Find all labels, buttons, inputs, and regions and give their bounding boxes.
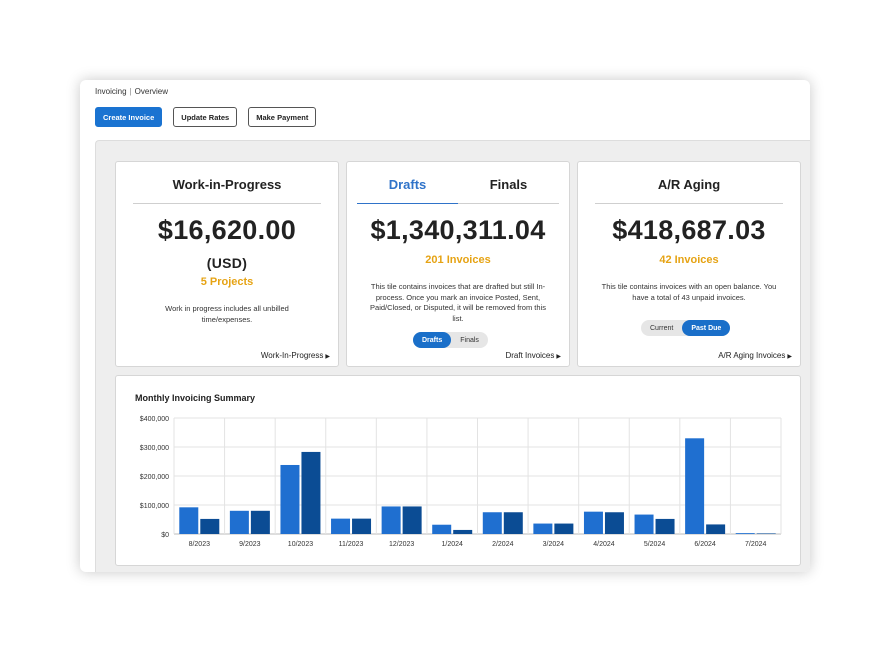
bar-series-1 [685,438,705,534]
bar-series-1 [634,514,654,534]
aging-link[interactable]: A/R Aging Invoices ▶ [718,351,792,360]
aging-description: This tile contains invoices with an open… [601,282,777,302]
x-tick-label: 6/2024 [694,541,716,548]
drafts-count[interactable]: 201 Invoices [347,254,569,266]
divider [133,203,321,204]
bar-series-2 [655,518,675,534]
drafts-link[interactable]: Draft Invoices ▶ [505,351,561,360]
x-tick-label: 11/2023 [339,541,364,548]
wip-card: Work-in-Progress $16,620.00 (USD) 5 Proj… [115,161,339,367]
wip-projects[interactable]: 5 Projects [116,276,338,288]
x-tick-label: 2/2024 [492,541,514,548]
aging-toggle: Current Past Due [641,320,731,336]
tab-finals[interactable]: Finals [458,177,559,204]
bar-series-1 [381,506,401,534]
bar-series-2 [503,512,523,534]
drafts-toggle: Drafts Finals [413,332,488,348]
aging-link-label: A/R Aging Invoices [718,351,786,360]
x-tick-label: 8/2023 [189,541,211,548]
x-tick-label: 9/2023 [239,541,261,548]
create-invoice-button[interactable]: Create Invoice [95,107,163,127]
caret-right-icon: ▶ [325,354,330,360]
monthly-invoicing-chart: $0 $100,000 $200,000 $300,000 $400,000 8/2023… [140,416,782,548]
bar-series-2 [554,523,574,534]
aging-amount: $418,687.03 [612,215,766,245]
x-tick-label: 1/2024 [441,541,463,548]
drafts-link-label: Draft Invoices [505,351,555,360]
bar-series-1 [229,510,249,534]
wip-link-label: Work-In-Progress [260,351,324,360]
bar-series-2 [352,518,372,534]
bar-series-2 [453,529,473,534]
make-payment-button[interactable]: Make Payment [248,107,317,127]
aging-title: A/R Aging [657,177,721,192]
wip-link[interactable]: Work-In-Progress ▶ [261,351,330,360]
toggle-drafts[interactable]: Drafts [413,332,452,348]
bar-series-1 [735,533,755,534]
x-tick-label: 10/2023 [288,541,313,548]
bar-series-1 [179,507,199,534]
bar-series-2 [604,512,624,534]
toggle-past-due[interactable]: Past Due [682,320,731,336]
y-tick-label: $200,000 [140,474,169,481]
x-tick-label: 7/2024 [745,541,767,548]
drafts-card: Drafts Finals $1,340,311.04 201 Invoices… [346,161,570,367]
bar-series-2 [301,451,321,534]
wip-currency: (USD) [206,255,248,271]
breadcrumb-root[interactable]: Invoicing [95,87,127,96]
wip-title: Work-in-Progress [172,177,282,192]
update-rates-button[interactable]: Update Rates [173,107,238,127]
bar-series-1 [482,512,502,534]
divider [595,203,783,204]
aging-count[interactable]: 42 Invoices [578,254,800,266]
chart-card: Monthly Invoicing Summary $0 $100,000 $200… [115,375,801,566]
drafts-tabs: Drafts Finals [357,177,559,204]
bar-series-1 [533,523,553,534]
wip-description: Work in progress includes all unbilled t… [165,304,289,324]
drafts-amount: $1,340,311.04 [370,215,546,245]
y-tick-label: $100,000 [140,503,169,510]
toggle-finals[interactable]: Finals [451,332,488,348]
bar-series-1 [583,511,603,534]
app-window: Invoicing | Overview Create Invoice Update… [80,80,810,572]
bar-series-1 [331,518,351,534]
dashboard-content: Work-in-Progress $16,620.00 (USD) 5 Proj… [95,140,810,572]
x-tick-label: 4/2024 [593,541,615,548]
caret-right-icon: ▶ [787,354,792,360]
y-tick-label: $400,000 [140,416,169,423]
y-tick-label: $300,000 [140,445,169,452]
caret-right-icon: ▶ [556,354,561,360]
x-tick-label: 5/2024 [644,541,666,548]
x-tick-label: 12/2023 [389,541,414,548]
toggle-current[interactable]: Current [641,320,682,336]
y-tick-label: $0 [161,532,169,539]
bar-series-2 [402,506,422,534]
breadcrumb-separator: | [129,87,132,96]
bar-series-2 [706,524,726,534]
bar-series-2 [250,510,270,534]
aging-card: A/R Aging $418,687.03 42 Invoices This t… [577,161,801,367]
x-tick-label: 3/2024 [543,541,565,548]
wip-amount: $16,620.00 [157,215,297,245]
drafts-description: This tile contains invoices that are dra… [370,282,546,323]
breadcrumb: Invoicing | Overview [95,87,168,96]
tab-drafts[interactable]: Drafts [357,177,458,204]
breadcrumb-current: Overview [134,87,168,96]
toolbar: Create Invoice Update Rates Make Payment [95,107,317,127]
bar-series-1 [280,464,300,534]
bar-series-2 [756,533,776,534]
bar-series-2 [200,518,220,534]
bar-series-1 [432,524,452,534]
